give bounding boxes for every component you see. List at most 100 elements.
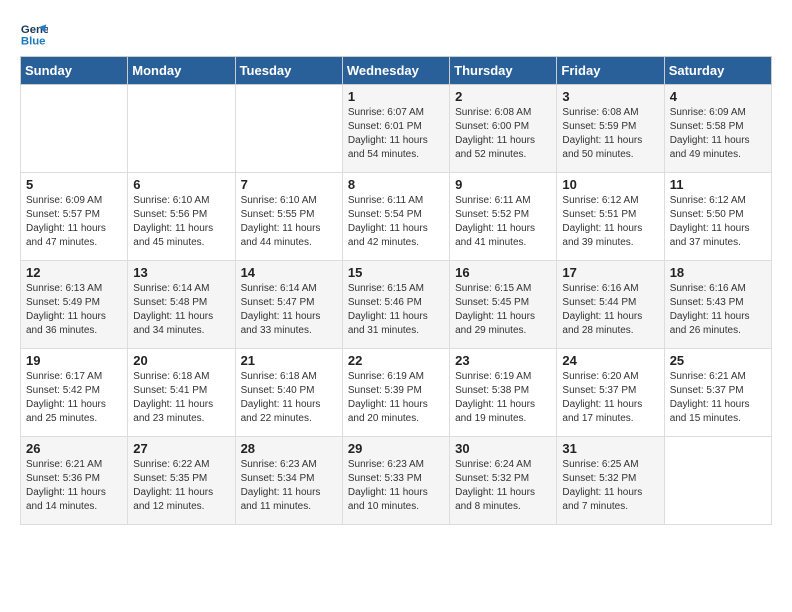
- calendar-week-4: 19 Sunrise: 6:17 AM Sunset: 5:42 PM Dayli…: [21, 349, 772, 437]
- day-content: Sunrise: 6:07 AM Sunset: 6:01 PM Dayligh…: [348, 106, 444, 162]
- day-number: 3: [562, 89, 658, 104]
- header-friday: Friday: [557, 57, 664, 85]
- day-number: 15: [348, 265, 444, 280]
- header-tuesday: Tuesday: [235, 57, 342, 85]
- day-content: Sunrise: 6:08 AM Sunset: 6:00 PM Dayligh…: [455, 106, 551, 162]
- day-number: 31: [562, 441, 658, 456]
- day-content: Sunrise: 6:19 AM Sunset: 5:39 PM Dayligh…: [348, 370, 444, 426]
- calendar-cell: 5 Sunrise: 6:09 AM Sunset: 5:57 PM Daylig…: [21, 173, 128, 261]
- day-number: 5: [26, 177, 122, 192]
- day-number: 12: [26, 265, 122, 280]
- day-content: Sunrise: 6:11 AM Sunset: 5:52 PM Dayligh…: [455, 194, 551, 250]
- calendar-cell: 20 Sunrise: 6:18 AM Sunset: 5:41 PM Dayli…: [128, 349, 235, 437]
- calendar-cell: [664, 437, 771, 525]
- calendar-cell: 27Sunrise: 6:22 AM Sunset: 5:35 PM Dayli…: [128, 437, 235, 525]
- calendar-cell: 29 Sunrise: 6:23 AM Sunset: 5:33 PM Dayli…: [342, 437, 449, 525]
- day-content: Sunrise: 6:17 AM Sunset: 5:42 PM Dayligh…: [26, 370, 122, 426]
- day-number: 28: [241, 441, 337, 456]
- calendar-cell: 3 Sunrise: 6:08 AM Sunset: 5:59 PM Daylig…: [557, 85, 664, 173]
- day-content: Sunrise: 6:19 AM Sunset: 5:38 PM Dayligh…: [455, 370, 551, 426]
- day-content: Sunrise: 6:24 AM Sunset: 5:32 PM Dayligh…: [455, 458, 551, 514]
- day-number: 19: [26, 353, 122, 368]
- day-content: Sunrise: 6:15 AM Sunset: 5:45 PM Dayligh…: [455, 282, 551, 338]
- day-number: 4: [670, 89, 766, 104]
- calendar-week-5: 26 Sunrise: 6:21 AM Sunset: 5:36 PM Dayli…: [21, 437, 772, 525]
- calendar-cell: 19 Sunrise: 6:17 AM Sunset: 5:42 PM Dayli…: [21, 349, 128, 437]
- day-number: 26: [26, 441, 122, 456]
- day-number: 29: [348, 441, 444, 456]
- day-number: 25: [670, 353, 766, 368]
- calendar-cell: 2 Sunrise: 6:08 AM Sunset: 6:00 PM Daylig…: [450, 85, 557, 173]
- day-number: 20: [133, 353, 229, 368]
- day-number: 18: [670, 265, 766, 280]
- day-content: Sunrise: 6:10 AM Sunset: 5:56 PM Dayligh…: [133, 194, 229, 250]
- day-content: Sunrise: 6:10 AM Sunset: 5:55 PM Dayligh…: [241, 194, 337, 250]
- calendar-cell: 31 Sunrise: 6:25 AM Sunset: 5:32 PM Dayli…: [557, 437, 664, 525]
- day-content: Sunrise: 6:16 AM Sunset: 5:44 PM Dayligh…: [562, 282, 658, 338]
- day-number: 6: [133, 177, 229, 192]
- day-content: Sunrise: 6:21 AM Sunset: 5:36 PM Dayligh…: [26, 458, 122, 514]
- day-number: 30: [455, 441, 551, 456]
- calendar-cell: 30 Sunrise: 6:24 AM Sunset: 5:32 PM Dayli…: [450, 437, 557, 525]
- calendar-cell: 18Sunrise: 6:16 AM Sunset: 5:43 PM Dayli…: [664, 261, 771, 349]
- day-number: 8: [348, 177, 444, 192]
- calendar-cell: 7Sunrise: 6:10 AM Sunset: 5:55 PM Daylig…: [235, 173, 342, 261]
- header: General Blue: [20, 20, 772, 48]
- day-content: Sunrise: 6:25 AM Sunset: 5:32 PM Dayligh…: [562, 458, 658, 514]
- day-content: Sunrise: 6:23 AM Sunset: 5:33 PM Dayligh…: [348, 458, 444, 514]
- day-number: 2: [455, 89, 551, 104]
- calendar-cell: [128, 85, 235, 173]
- day-content: Sunrise: 6:08 AM Sunset: 5:59 PM Dayligh…: [562, 106, 658, 162]
- day-content: Sunrise: 6:18 AM Sunset: 5:41 PM Dayligh…: [133, 370, 229, 426]
- calendar-cell: 8 Sunrise: 6:11 AM Sunset: 5:54 PM Daylig…: [342, 173, 449, 261]
- day-content: Sunrise: 6:21 AM Sunset: 5:37 PM Dayligh…: [670, 370, 766, 426]
- header-thursday: Thursday: [450, 57, 557, 85]
- calendar-cell: 15Sunrise: 6:15 AM Sunset: 5:46 PM Dayli…: [342, 261, 449, 349]
- calendar-week-2: 5 Sunrise: 6:09 AM Sunset: 5:57 PM Daylig…: [21, 173, 772, 261]
- day-number: 1: [348, 89, 444, 104]
- day-number: 21: [241, 353, 337, 368]
- day-content: Sunrise: 6:11 AM Sunset: 5:54 PM Dayligh…: [348, 194, 444, 250]
- calendar-cell: 24 Sunrise: 6:20 AM Sunset: 5:37 PM Dayli…: [557, 349, 664, 437]
- calendar-cell: 17 Sunrise: 6:16 AM Sunset: 5:44 PM Dayli…: [557, 261, 664, 349]
- calendar-cell: 4 Sunrise: 6:09 AM Sunset: 5:58 PM Daylig…: [664, 85, 771, 173]
- day-content: Sunrise: 6:09 AM Sunset: 5:58 PM Dayligh…: [670, 106, 766, 162]
- day-content: Sunrise: 6:13 AM Sunset: 5:49 PM Dayligh…: [26, 282, 122, 338]
- logo-icon: General Blue: [20, 20, 48, 48]
- day-number: 14: [241, 265, 337, 280]
- calendar-week-1: 1 Sunrise: 6:07 AM Sunset: 6:01 PM Daylig…: [21, 85, 772, 173]
- day-number: 17: [562, 265, 658, 280]
- calendar-cell: 9 Sunrise: 6:11 AM Sunset: 5:52 PM Daylig…: [450, 173, 557, 261]
- day-number: 10: [562, 177, 658, 192]
- svg-text:Blue: Blue: [21, 36, 46, 48]
- calendar-cell: 22 Sunrise: 6:19 AM Sunset: 5:39 PM Dayli…: [342, 349, 449, 437]
- calendar-cell: 10 Sunrise: 6:12 AM Sunset: 5:51 PM Dayli…: [557, 173, 664, 261]
- header-sunday: Sunday: [21, 57, 128, 85]
- day-number: 9: [455, 177, 551, 192]
- logo: General Blue: [20, 20, 52, 48]
- calendar-header-row: SundayMondayTuesdayWednesdayThursdayFrid…: [21, 57, 772, 85]
- day-content: Sunrise: 6:20 AM Sunset: 5:37 PM Dayligh…: [562, 370, 658, 426]
- day-content: Sunrise: 6:12 AM Sunset: 5:51 PM Dayligh…: [562, 194, 658, 250]
- day-content: Sunrise: 6:22 AM Sunset: 5:35 PM Dayligh…: [133, 458, 229, 514]
- day-number: 24: [562, 353, 658, 368]
- day-number: 11: [670, 177, 766, 192]
- calendar-cell: 11Sunrise: 6:12 AM Sunset: 5:50 PM Dayli…: [664, 173, 771, 261]
- day-number: 13: [133, 265, 229, 280]
- day-content: Sunrise: 6:14 AM Sunset: 5:48 PM Dayligh…: [133, 282, 229, 338]
- day-number: 23: [455, 353, 551, 368]
- day-number: 22: [348, 353, 444, 368]
- day-content: Sunrise: 6:14 AM Sunset: 5:47 PM Dayligh…: [241, 282, 337, 338]
- calendar-week-3: 12 Sunrise: 6:13 AM Sunset: 5:49 PM Dayli…: [21, 261, 772, 349]
- calendar-cell: 12 Sunrise: 6:13 AM Sunset: 5:49 PM Dayli…: [21, 261, 128, 349]
- calendar-cell: 6 Sunrise: 6:10 AM Sunset: 5:56 PM Daylig…: [128, 173, 235, 261]
- day-number: 16: [455, 265, 551, 280]
- calendar-cell: 28Sunrise: 6:23 AM Sunset: 5:34 PM Dayli…: [235, 437, 342, 525]
- header-saturday: Saturday: [664, 57, 771, 85]
- header-monday: Monday: [128, 57, 235, 85]
- calendar-cell: 1 Sunrise: 6:07 AM Sunset: 6:01 PM Daylig…: [342, 85, 449, 173]
- day-content: Sunrise: 6:09 AM Sunset: 5:57 PM Dayligh…: [26, 194, 122, 250]
- calendar-cell: 25 Sunrise: 6:21 AM Sunset: 5:37 PM Dayli…: [664, 349, 771, 437]
- calendar-cell: 23 Sunrise: 6:19 AM Sunset: 5:38 PM Dayli…: [450, 349, 557, 437]
- calendar-cell: 21Sunrise: 6:18 AM Sunset: 5:40 PM Dayli…: [235, 349, 342, 437]
